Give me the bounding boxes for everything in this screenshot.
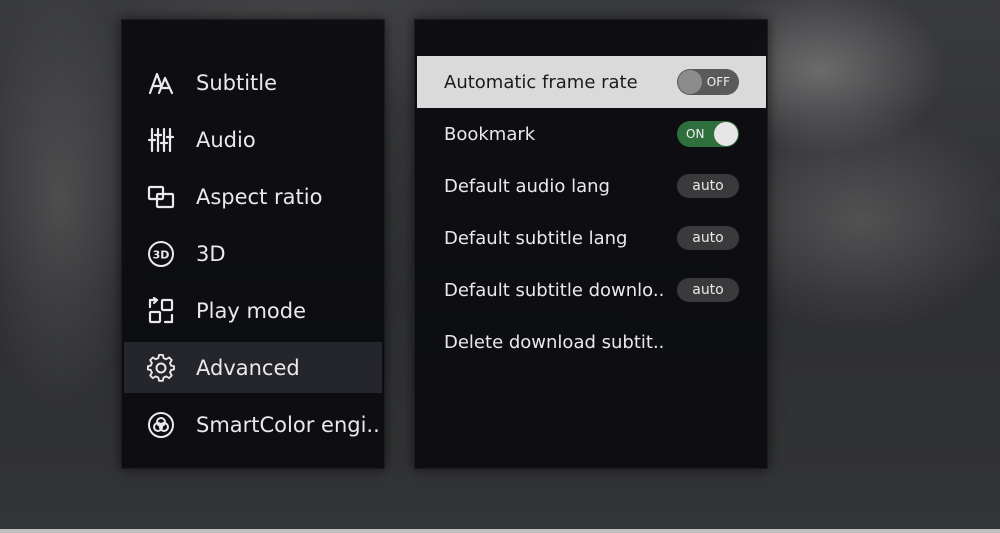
subtitle-download-value[interactable]: auto <box>677 278 739 302</box>
menu-item-3d[interactable]: 3D 3D <box>124 228 382 279</box>
bottom-edge <box>0 529 1000 533</box>
3d-icon: 3D <box>146 239 176 269</box>
toggle-knob <box>714 122 738 146</box>
setting-automatic-frame-rate[interactable]: Automatic frame rate OFF <box>417 56 766 108</box>
settings-category-menu: Subtitle Audio Aspect ratio 3D 3D Play m… <box>121 19 385 469</box>
play-mode-icon <box>146 296 176 326</box>
setting-label: Default audio lang <box>444 175 610 197</box>
menu-item-smartcolor[interactable]: SmartColor engi.. <box>124 399 382 450</box>
svg-text:3D: 3D <box>153 248 170 261</box>
menu-item-audio[interactable]: Audio <box>124 114 382 165</box>
subtitle-lang-value[interactable]: auto <box>677 226 739 250</box>
setting-default-subtitle-lang[interactable]: Default subtitle lang auto <box>417 212 766 264</box>
setting-label: Automatic frame rate <box>444 71 638 93</box>
advanced-settings-panel: Automatic frame rate OFF Bookmark ON Def… <box>414 19 768 469</box>
menu-item-label: 3D <box>196 241 226 266</box>
menu-item-label: Audio <box>196 127 256 152</box>
menu-item-label: SmartColor engi.. <box>196 412 380 437</box>
gear-icon <box>146 353 176 383</box>
menu-item-subtitle[interactable]: Subtitle <box>124 57 382 108</box>
audio-lang-value[interactable]: auto <box>677 174 739 198</box>
audio-sliders-icon <box>146 125 176 155</box>
setting-label: Default subtitle downlo.. <box>444 279 665 301</box>
menu-item-label: Play mode <box>196 298 307 323</box>
toggle-knob <box>678 70 702 94</box>
toggle-state: OFF <box>706 75 730 89</box>
setting-delete-download-subtitles[interactable]: Delete download subtit.. <box>417 316 766 368</box>
menu-item-label: Aspect ratio <box>196 184 323 209</box>
setting-bookmark[interactable]: Bookmark ON <box>417 108 766 160</box>
setting-default-subtitle-download[interactable]: Default subtitle downlo.. auto <box>417 264 766 316</box>
setting-label: Delete download subtit.. <box>444 331 665 353</box>
menu-item-advanced[interactable]: Advanced <box>124 342 382 393</box>
menu-item-label: Advanced <box>196 355 300 380</box>
toggle-state: ON <box>686 127 705 141</box>
menu-item-label: Subtitle <box>196 70 278 95</box>
setting-label: Default subtitle lang <box>444 227 628 249</box>
smartcolor-icon <box>146 410 176 440</box>
setting-default-audio-lang[interactable]: Default audio lang auto <box>417 160 766 212</box>
menu-item-aspect-ratio[interactable]: Aspect ratio <box>124 171 382 222</box>
automatic-frame-rate-toggle[interactable]: OFF <box>677 69 739 95</box>
bookmark-toggle[interactable]: ON <box>677 121 739 147</box>
menu-item-play-mode[interactable]: Play mode <box>124 285 382 336</box>
subtitle-icon <box>146 68 176 98</box>
aspect-ratio-icon <box>146 182 176 212</box>
setting-label: Bookmark <box>444 123 536 145</box>
